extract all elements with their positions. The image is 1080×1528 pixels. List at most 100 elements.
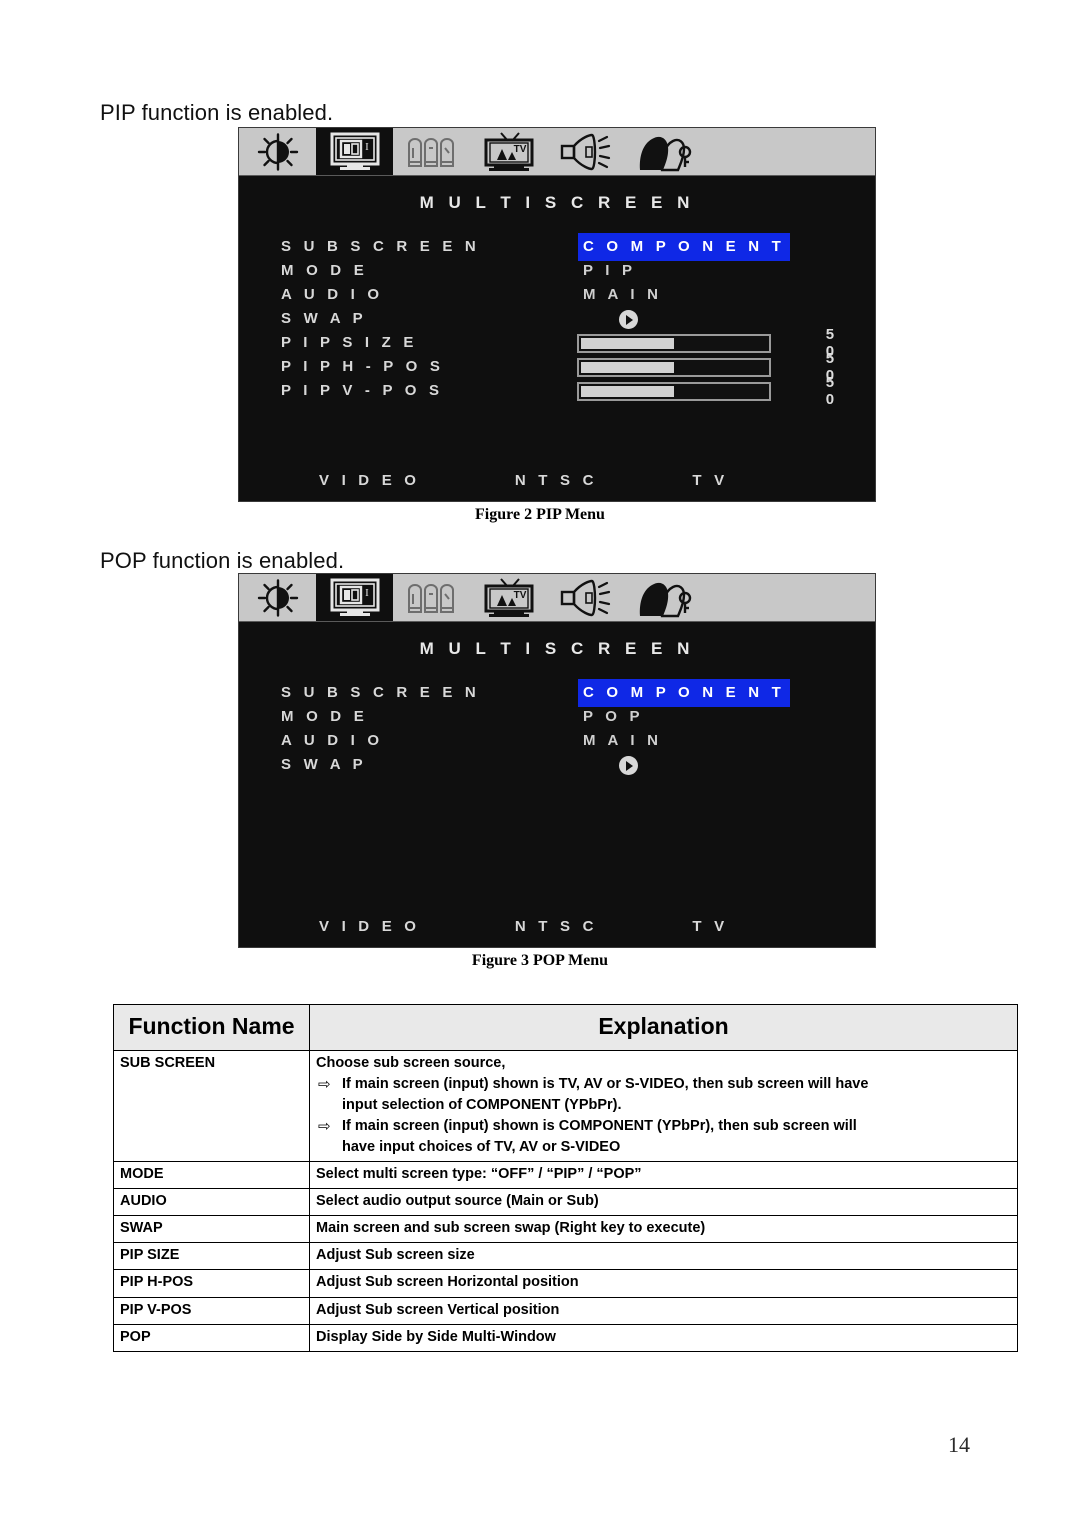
explanation-line: Display Side by Side Multi-Window (316, 1328, 556, 1345)
table-cell-explanation: Display Side by Side Multi-Window (309, 1323, 1018, 1352)
osd-icon-bar: I TV (239, 128, 875, 176)
osd-status-standard: N T S C (514, 918, 598, 935)
osd-settings-icon[interactable] (393, 574, 470, 621)
osd-slider-fill (581, 337, 674, 349)
osd-slider-group: 5 0 (575, 374, 857, 408)
table-cell-function-name: POP (113, 1323, 310, 1352)
table-cell-explanation: Select multi screen type: “OFF” / “PIP” … (309, 1161, 1018, 1190)
osd-menu-row[interactable]: S U B S C R E E NC O M P O N E N T (281, 233, 857, 261)
svg-text:I: I (365, 141, 369, 153)
table-body: SUB SCREEN Choose sub screen source, ⇨ If m… (113, 1050, 1018, 1352)
osd-row-value[interactable]: M A I N (581, 283, 662, 307)
osd-menu-row[interactable]: S U B S C R E E NC O M P O N E N T (281, 679, 857, 707)
function-explanation-table: Function Name Explanation SUB SCREEN Choo… (113, 1003, 1018, 1352)
table-cell-function-name: SWAP (113, 1215, 310, 1244)
column-header-function-name: Function Name (113, 1003, 310, 1052)
svg-text:TV: TV (513, 590, 526, 601)
multi-screen-icon[interactable]: I (316, 128, 393, 175)
brightness-contrast-icon[interactable] (239, 574, 316, 621)
tv-picture-icon[interactable]: TV (470, 128, 547, 175)
pip-osd-screen: I TV M U L T I S C R E E N S U B S C R E … (238, 127, 876, 502)
osd-execute-arrow-icon[interactable] (581, 753, 638, 777)
osd-row-label: S W A P (281, 310, 367, 327)
osd-row-label: S W A P (281, 756, 367, 773)
osd-status-source: V I D E O (319, 472, 421, 489)
play-arrow-icon (619, 755, 638, 775)
table-row: PIP V-POS Adjust Sub screen Vertical posi… (113, 1296, 1018, 1325)
column-header-explanation: Explanation (309, 1003, 1018, 1052)
table-cell-explanation: Adjust Sub screen Horizontal position (309, 1269, 1018, 1298)
table-cell-explanation: Choose sub screen source, ⇨ If main screen… (309, 1050, 1018, 1163)
table-row: POP Display Side by Side Multi-Window (113, 1323, 1018, 1352)
osd-title: M U L T I S C R E E N (419, 193, 695, 212)
explanation-continuation-line: have input choices of TV, AV or S-VIDEO (342, 1139, 621, 1156)
svg-text:I: I (365, 587, 369, 599)
table-cell-explanation: Select audio output source (Main or Sub) (309, 1188, 1018, 1217)
osd-status-input: T V (692, 918, 729, 935)
audio-speaker-icon[interactable] (547, 574, 624, 621)
osd-menu-row[interactable]: A U D I OM A I N (281, 729, 857, 753)
osd-settings-icon[interactable] (393, 128, 470, 175)
pop-osd-screen: I TV M U L T I S C R E E N S U B S C R E … (238, 573, 876, 948)
table-cell-function-name: AUDIO (113, 1188, 310, 1217)
osd-row-value-selected[interactable]: C O M P O N E N T (578, 679, 790, 707)
page-number: 14 (948, 1432, 970, 1457)
osd-menu-row[interactable]: S W A P (281, 753, 857, 777)
figure-caption-pop: Figure 3 POP Menu (471, 952, 609, 969)
audio-speaker-icon[interactable] (547, 128, 624, 175)
osd-status-bar: V I D E O N T S C T V (239, 472, 875, 489)
explanation-line: Adjust Sub screen Vertical position (316, 1301, 560, 1318)
multi-screen-icon[interactable]: I (316, 574, 393, 621)
pop-intro-text: POP function is enabled. (100, 548, 345, 573)
explanation-line: Adjust Sub screen size (316, 1247, 475, 1264)
osd-row-label: S U B S C R E E N (281, 684, 480, 701)
osd-rows: S U B S C R E E N C O M P O N E N T M O D … (239, 233, 875, 408)
osd-row-value[interactable]: P O P (581, 705, 644, 729)
osd-menu-row[interactable]: M O D EP O P (281, 705, 857, 729)
osd-row-label: P I P V - P O S (281, 382, 444, 399)
explanation-bullet-line: ⇨ If main screen (input) shown is TV, AV … (316, 1074, 1011, 1095)
table-cell-explanation: Main screen and sub screen swap (Right k… (309, 1215, 1018, 1244)
explanation-line: Adjust Sub screen Horizontal position (316, 1274, 579, 1291)
osd-icon-bar: I TV (239, 574, 875, 622)
osd-menu-row[interactable]: M O D EP I P (281, 259, 857, 283)
explanation-line: Main screen and sub screen swap (Right k… (316, 1220, 706, 1237)
table-header-row: Function Name Explanation (113, 1003, 1018, 1052)
table-row: SWAP Main screen and sub screen swap (Rig… (113, 1215, 1018, 1244)
pip-intro-text: PIP function is enabled. (100, 100, 334, 125)
tv-picture-icon[interactable]: TV (470, 574, 547, 621)
osd-row-value[interactable]: P I P (581, 259, 636, 283)
osd-slider-fill (581, 361, 674, 373)
osd-row-value-selected[interactable]: C O M P O N E N T (578, 233, 790, 261)
svg-text:TV: TV (513, 144, 526, 155)
osd-row-label: A U D I O (281, 732, 384, 749)
osd-slider-value: 5 0 (825, 374, 839, 408)
brightness-contrast-icon[interactable] (239, 128, 316, 175)
explanation-line: Select multi screen type: “OFF” / “PIP” … (316, 1166, 642, 1183)
osd-status-bar: V I D E O N T S C T V (239, 918, 875, 935)
osd-status-source: V I D E O (319, 918, 421, 935)
osd-slider[interactable] (577, 381, 771, 401)
explanation-line: Select audio output source (Main or Sub) (316, 1193, 599, 1210)
osd-row-label: S U B S C R E E N (281, 238, 480, 255)
osd-row-label: P I P H - P O S (281, 358, 445, 375)
osd-rows: S U B S C R E E N C O M P O N E N T M O D … (239, 679, 875, 777)
table-row: PIP SIZE Adjust Sub screen size (113, 1242, 1018, 1271)
table-row: SUB SCREEN Choose sub screen source, ⇨ If m… (113, 1050, 1018, 1163)
osd-menu-row[interactable]: A U D I OM A I N (281, 283, 857, 307)
osd-row-value[interactable]: M A I N (581, 729, 662, 753)
user-profile-icon[interactable] (624, 574, 701, 621)
osd-menu-row[interactable]: P I P V - P O S 5 0 (281, 374, 857, 408)
table-cell-function-name: PIP H-POS (113, 1269, 310, 1298)
osd-row-label: A U D I O (281, 286, 384, 303)
table-cell-explanation: Adjust Sub screen size (309, 1242, 1018, 1271)
osd-row-label: M O D E (281, 262, 368, 279)
table-row: AUDIO Select audio output source (Main or… (113, 1188, 1018, 1217)
table-cell-function-name: PIP V-POS (113, 1296, 310, 1325)
figure-caption-pip: Figure 2 PIP Menu (475, 506, 605, 523)
osd-row-label: P I P S I Z E (281, 334, 418, 351)
table-row: PIP H-POS Adjust Sub screen Horizontal po… (113, 1269, 1018, 1298)
osd-title: M U L T I S C R E E N (419, 639, 695, 658)
osd-status-standard: N T S C (514, 472, 598, 489)
user-profile-icon[interactable] (624, 128, 701, 175)
